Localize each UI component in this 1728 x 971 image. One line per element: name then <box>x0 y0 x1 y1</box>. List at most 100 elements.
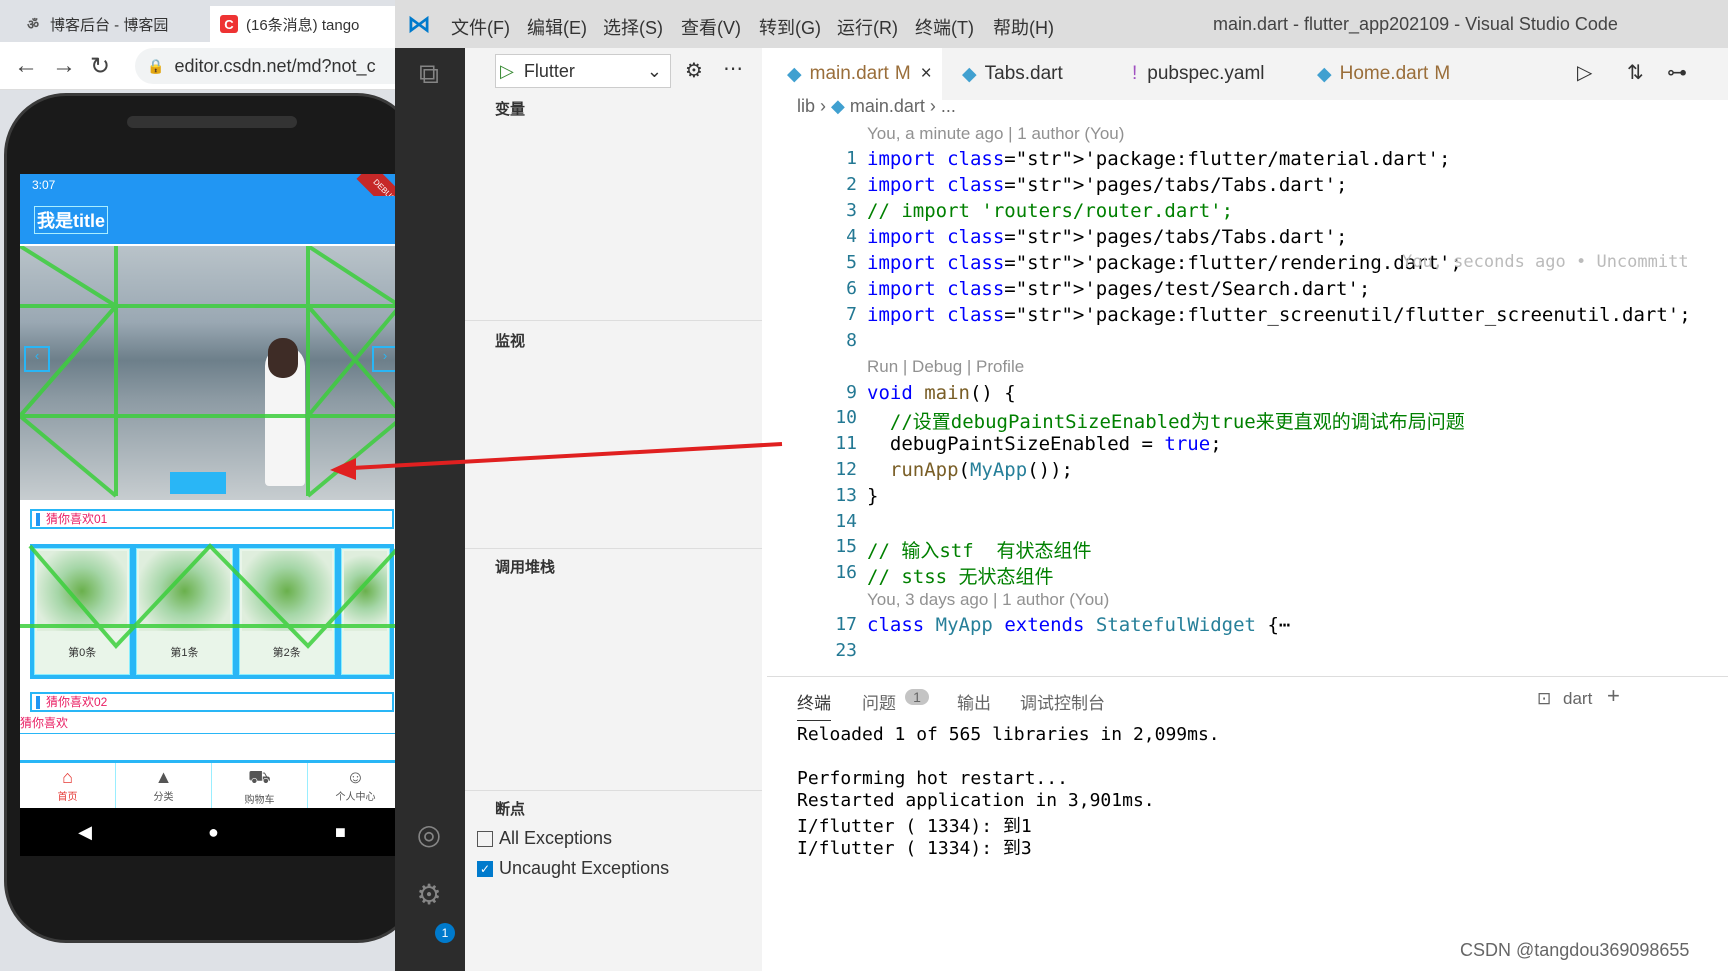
code-line[interactable]: import class="str">'package:flutter_scre… <box>867 304 1691 326</box>
run-icon[interactable]: ▷ <box>1577 60 1592 85</box>
more-icon[interactable]: ⋯ <box>723 56 743 81</box>
watermark: CSDN @tangdou369098655 <box>1460 940 1690 960</box>
section-breakpoints[interactable]: 断点 <box>495 798 525 819</box>
section-variables[interactable]: 变量 <box>495 98 525 119</box>
terminal-line: Reloaded 1 of 565 libraries in 2,099ms. <box>797 724 1220 745</box>
tab-label: main.dart <box>809 63 889 84</box>
recents-square-icon[interactable]: ■ <box>335 822 346 843</box>
title-bar: ⋈ 文件(F) 编辑(E) 选择(S) 查看(V) 转到(G) 运行(R) 终端… <box>395 0 1728 48</box>
forward-icon[interactable]: → <box>52 52 76 80</box>
compare-icon[interactable]: ⇅ <box>1627 60 1644 85</box>
line-number: 12 <box>835 459 857 480</box>
account-icon[interactable]: ◎ <box>409 818 449 858</box>
lock-icon: 🔒 <box>147 57 165 74</box>
tab-label: Home.dart <box>1339 63 1429 84</box>
line-number: 1 <box>846 148 857 169</box>
code-line[interactable]: // import 'routers/router.dart'; <box>867 200 1233 222</box>
run-config-select[interactable]: ▷ Flutter ⌄ <box>495 54 671 88</box>
breakpoint-uncaught-exceptions[interactable]: ✓ Uncaught Exceptions <box>477 858 669 879</box>
line-number: 6 <box>846 278 857 299</box>
menu-file[interactable]: 文件(F) <box>451 14 510 40</box>
add-terminal-icon[interactable]: + <box>1607 683 1620 709</box>
chrome-tab-1[interactable]: ॐ 博客后台 - 博客园 <box>14 6 194 42</box>
tab-main-dart[interactable]: ◆ main.dart M × <box>767 48 942 100</box>
menu-view[interactable]: 查看(V) <box>681 14 741 40</box>
line-number: 3 <box>846 200 857 221</box>
checkbox-checked-icon[interactable]: ✓ <box>477 860 493 877</box>
tab-label: pubspec.yaml <box>1147 63 1265 84</box>
code-line[interactable]: //设置debugPaintSizeEnabled为true来更直观的调试布局问… <box>867 407 1465 434</box>
chrome-toolbar: ← → ↻ 🔒 editor.csdn.net/md?not_c <box>0 42 415 90</box>
line-number: 9 <box>846 382 857 403</box>
modified-mark: M <box>894 63 911 84</box>
codelens-blame[interactable]: You, 3 days ago | 1 author (You) <box>867 590 1109 610</box>
code-line[interactable]: // 输入stf 有状态组件 <box>867 536 1092 563</box>
tab-label: Tabs.dart <box>984 63 1063 84</box>
notification-badge: 1 <box>435 923 455 943</box>
code-line[interactable]: void main() { <box>867 382 1016 404</box>
code-line[interactable]: class MyApp extends StatefulWidget {⋯ <box>867 614 1290 636</box>
back-icon[interactable]: ← <box>14 52 38 80</box>
breakpoint-all-exceptions[interactable]: All Exceptions <box>477 828 612 849</box>
tab-home-dart[interactable]: ◆ Home.dart M <box>1297 48 1467 100</box>
close-icon[interactable]: × <box>921 63 932 85</box>
line-number: 15 <box>835 536 857 557</box>
tab-tabs-dart[interactable]: ◆ Tabs.dart <box>942 48 1112 100</box>
section-callstack[interactable]: 调用堆栈 <box>495 556 555 577</box>
breadcrumb-lib[interactable]: lib <box>797 96 815 116</box>
line-number: 13 <box>835 485 857 506</box>
panel-tab-output[interactable]: 输出 <box>957 689 991 714</box>
panel-tab-problems[interactable]: 问题 <box>862 689 896 714</box>
code-line[interactable]: import class="str">'pages/test/Search.da… <box>867 278 1370 300</box>
menu-select[interactable]: 选择(S) <box>603 14 663 40</box>
menu-goto[interactable]: 转到(G) <box>759 14 821 40</box>
line-number: 14 <box>835 511 857 532</box>
menu-help[interactable]: 帮助(H) <box>993 14 1054 40</box>
window-title: main.dart - flutter_app202109 - Visual S… <box>1213 14 1618 34</box>
code-line[interactable]: } <box>867 485 878 507</box>
breadcrumb-more[interactable]: ... <box>941 96 956 116</box>
code-line[interactable]: import class="str">'pages/tabs/Tabs.dart… <box>867 174 1347 196</box>
app-title: 我是title <box>34 206 109 234</box>
code-line[interactable]: debugPaintSizeEnabled = true; <box>867 433 1222 455</box>
code-line[interactable]: import class="str">'package:flutter/mate… <box>867 148 1450 170</box>
gear-icon[interactable]: ⚙ <box>685 58 703 83</box>
code-line[interactable]: import class="str">'package:flutter/rend… <box>867 252 1462 274</box>
code-line[interactable]: import class="str">'pages/tabs/Tabs.dart… <box>867 226 1347 248</box>
line-number: 7 <box>846 304 857 325</box>
section-watch[interactable]: 监视 <box>495 330 525 351</box>
menu-run[interactable]: 运行(R) <box>837 14 898 40</box>
menu-edit[interactable]: 编辑(E) <box>527 14 587 40</box>
breadcrumb-file[interactable]: main.dart <box>850 96 925 116</box>
terminal-name[interactable]: dart <box>1563 689 1592 709</box>
divider <box>465 548 762 549</box>
chrome-tabstrip: ॐ 博客后台 - 博客园 C (16条消息) tango <box>0 0 395 42</box>
editor-tabs: ◆ main.dart M × ◆ Tabs.dart ! pubspec.ya… <box>767 48 1728 100</box>
chrome-tab-2[interactable]: C (16条消息) tango <box>210 6 395 42</box>
chevron-down-icon: ⌄ <box>646 60 662 81</box>
dart-icon: ◆ <box>831 96 845 116</box>
code-line[interactable]: runApp(MyApp()); <box>867 459 1073 481</box>
back-triangle-icon[interactable]: ◀ <box>78 822 92 843</box>
address-bar[interactable]: 🔒 editor.csdn.net/md?not_c <box>135 48 415 84</box>
timeline-icon[interactable]: ⊶ <box>1667 60 1687 85</box>
code-line[interactable]: // stss 无状态组件 <box>867 562 1054 589</box>
line-number: 4 <box>846 226 857 247</box>
android-nav-bar: ◀ ● ■ <box>20 808 404 856</box>
phone-screen[interactable]: 3:07 DEBUG 我是title ‹ › 猜你喜欢01 第0条 第1条 第2… <box>20 174 404 808</box>
terminal-icon: ⊡ <box>1537 689 1552 708</box>
tab-pubspec[interactable]: ! pubspec.yaml <box>1112 48 1297 100</box>
play-icon: ▷ <box>500 60 514 81</box>
panel-tab-terminal[interactable]: 终端 <box>797 689 831 721</box>
terminal-line: Restarted application in 3,901ms. <box>797 790 1155 811</box>
reload-icon[interactable]: ↻ <box>90 52 110 81</box>
codelens-run[interactable]: Run | Debug | Profile <box>867 357 1024 377</box>
panel-tab-debug-console[interactable]: 调试控制台 <box>1020 689 1105 714</box>
status-bar: 3:07 DEBUG <box>20 174 404 219</box>
menu-terminal[interactable]: 终端(T) <box>915 14 974 40</box>
codelens-blame[interactable]: You, a minute ago | 1 author (You) <box>867 124 1124 144</box>
home-circle-icon[interactable]: ● <box>208 822 219 843</box>
gear-icon[interactable]: ⚙ <box>409 878 449 918</box>
explorer-icon[interactable]: ⧉ <box>409 58 449 98</box>
checkbox[interactable] <box>477 830 493 847</box>
